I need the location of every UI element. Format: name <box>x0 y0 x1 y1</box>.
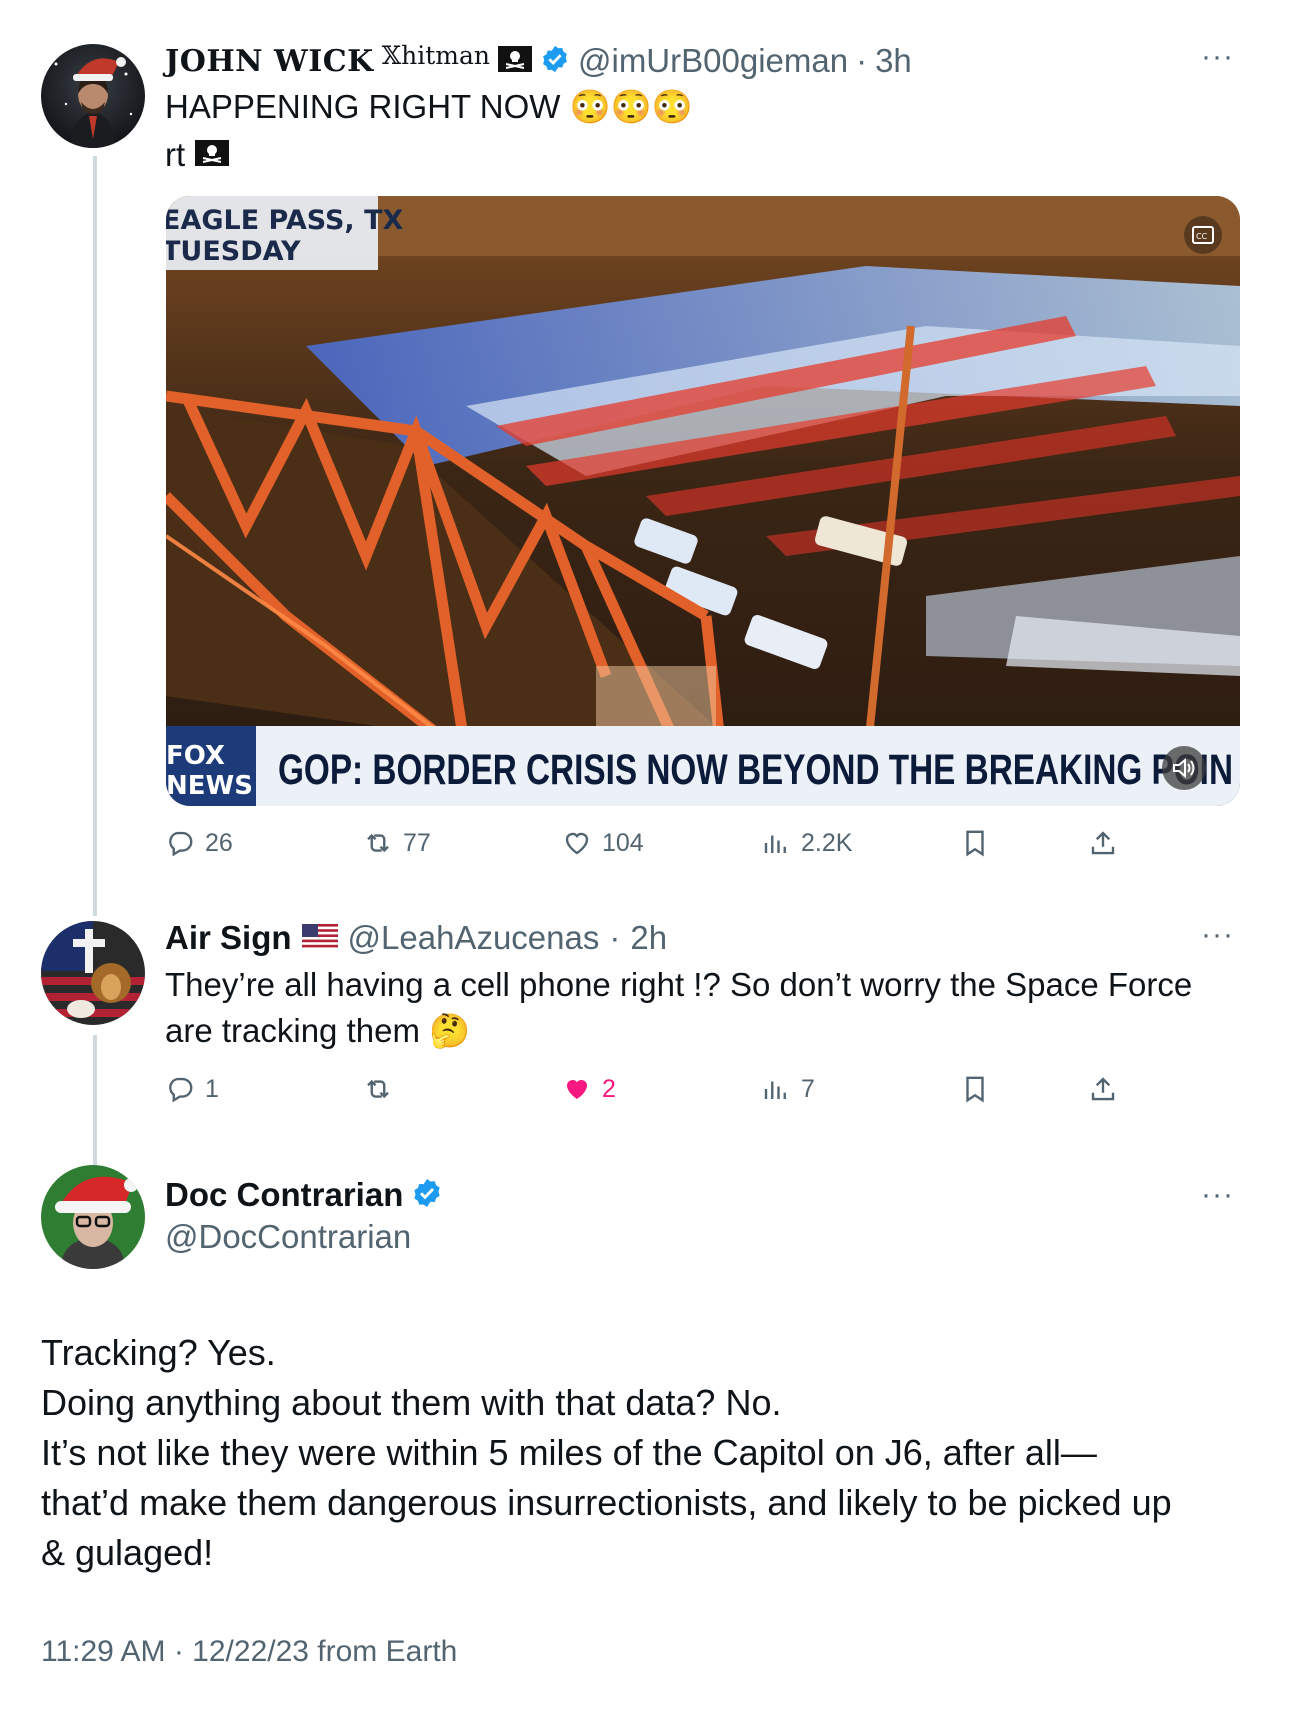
like-count: 2 <box>602 1074 616 1103</box>
tweet-text-line2: are tracking them 🤔 <box>165 1012 471 1049</box>
views-count: 7 <box>801 1074 815 1103</box>
reply-button[interactable]: 26 <box>165 828 233 858</box>
tweet-actions: 1 2 7 <box>165 1074 1245 1114</box>
bookmark-button[interactable] <box>960 1074 990 1104</box>
like-icon <box>567 1080 587 1099</box>
video-frame: EAGLE PASS, TX TUESDAY FOX NEWS GOP: BOR… <box>166 196 1240 806</box>
avatar[interactable] <box>41 44 145 148</box>
tweet-text-line1: They’re all having a cell phone right !?… <box>165 966 1193 1003</box>
avatar[interactable] <box>41 921 145 1025</box>
repost-icon <box>367 833 389 853</box>
share-icon <box>1091 831 1115 855</box>
bookmark-button[interactable] <box>960 828 990 858</box>
reply-button[interactable]: 1 <box>165 1074 219 1104</box>
share-button[interactable] <box>1088 1074 1118 1104</box>
tweet-actions: 26 77 104 2.2K <box>165 828 1245 868</box>
tweet-timestamp[interactable]: 11:29 AM · 12/22/23 from Earth <box>41 1635 457 1669</box>
network-logo-line2: NEWS <box>166 771 253 801</box>
thread-line-1 <box>93 156 97 916</box>
display-name[interactable]: JOHN WICK <box>165 44 374 79</box>
tweet-body: Tracking? Yes. Doing anything about them… <box>41 1328 1172 1578</box>
tweet-text-line: & gulaged! <box>41 1532 214 1573</box>
like-count: 104 <box>602 828 644 857</box>
share-icon <box>1091 1077 1115 1101</box>
verified-icon <box>411 1177 443 1214</box>
more-icon[interactable]: ··· <box>1201 40 1234 74</box>
tweet-text-line1: HAPPENING RIGHT NOW 😳😳😳 <box>165 88 693 125</box>
network-logo-line1: FOX <box>166 741 225 771</box>
like-button[interactable]: 104 <box>562 828 644 858</box>
views-icon <box>764 835 786 853</box>
reply-icon <box>169 831 193 857</box>
views-icon <box>764 1081 786 1099</box>
tweet-header: Doc Contrarian <box>165 1172 443 1218</box>
thread-line-2 <box>93 1035 97 1165</box>
avatar[interactable] <box>41 1165 145 1269</box>
display-name[interactable]: Doc Contrarian <box>165 1176 403 1214</box>
more-icon[interactable]: ··· <box>1201 918 1234 952</box>
handle[interactable]: @imUrB00gieman <box>578 42 848 80</box>
repost-icon <box>367 1079 389 1099</box>
separator-dot: · <box>856 42 868 79</box>
timestamp[interactable]: 3h <box>875 42 912 80</box>
views-button[interactable]: 7 <box>761 1074 815 1104</box>
tweet-text-line: that’d make them dangerous insurrectioni… <box>41 1482 1172 1523</box>
handle[interactable]: @LeahAzucenas <box>348 919 600 957</box>
name-suffix: 𝕏hitman <box>381 40 490 70</box>
tweet-text-line2-wrap: rt <box>165 132 230 178</box>
repost-count: 77 <box>403 828 431 857</box>
pirate-flag-icon <box>497 45 532 77</box>
views-button[interactable]: 2.2K <box>761 828 852 858</box>
tweet-text-line2: rt <box>165 136 186 173</box>
tweet-text-line: It’s not like they were within 5 miles o… <box>41 1432 1097 1473</box>
volume-icon[interactable] <box>1162 746 1206 790</box>
reply-count: 26 <box>205 828 233 857</box>
verified-icon <box>540 44 570 79</box>
location-tag-line2: TUESDAY <box>166 236 301 267</box>
tweet-text-line: Doing anything about them with that data… <box>41 1382 782 1423</box>
video-player[interactable]: EAGLE PASS, TX TUESDAY FOX NEWS GOP: BOR… <box>166 196 1240 806</box>
reply-icon <box>169 1077 193 1103</box>
like-icon <box>565 832 589 855</box>
bookmark-icon <box>966 830 984 857</box>
share-button[interactable] <box>1088 828 1118 858</box>
display-name[interactable]: Air Sign <box>165 919 292 957</box>
like-button[interactable]: 2 <box>562 1074 616 1104</box>
captions-icon[interactable]: CC <box>1184 216 1222 254</box>
repost-button[interactable] <box>363 1074 403 1104</box>
views-count: 2.2K <box>801 828 853 857</box>
pirate-flag-icon <box>195 132 230 178</box>
tweet-text-line: Tracking? Yes. <box>41 1332 276 1373</box>
handle[interactable]: @DocContrarian <box>165 1218 411 1256</box>
repost-button[interactable]: 77 <box>363 828 431 858</box>
tweet-header: Air Sign @LeahAzucenas · 2h <box>165 915 667 961</box>
bookmark-icon <box>966 1076 984 1103</box>
us-flag-icon <box>301 923 338 953</box>
svg-text:CC: CC <box>1196 232 1208 241</box>
separator-dot: · <box>609 919 621 956</box>
more-icon[interactable]: ··· <box>1201 1178 1234 1212</box>
chyron-text: GOP: BORDER CRISIS NOW BEYOND THE BREAKI… <box>278 746 1233 794</box>
reply-count: 1 <box>205 1074 219 1103</box>
tweet-header: JOHN WICK 𝕏hitman @imUrB00gieman · 3h <box>165 38 912 84</box>
location-tag-line1: EAGLE PASS, TX <box>166 205 404 236</box>
timestamp[interactable]: 2h <box>630 919 667 957</box>
